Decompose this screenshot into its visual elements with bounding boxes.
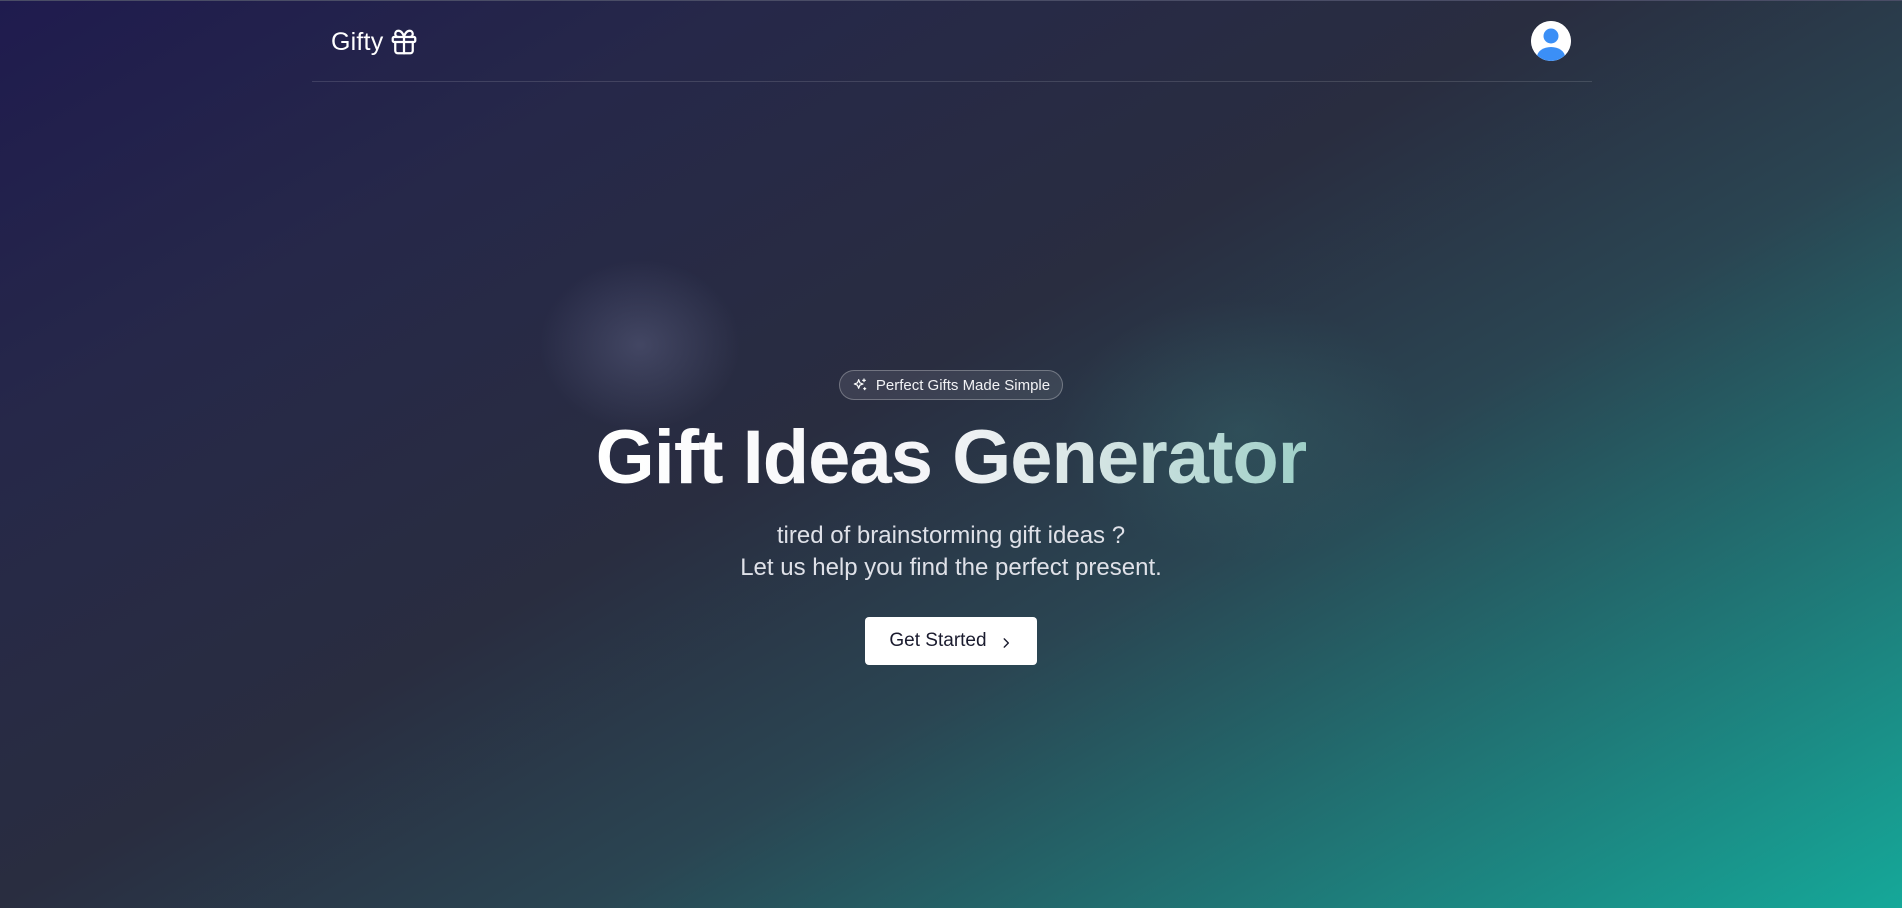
get-started-button[interactable]: Get Started [865, 617, 1037, 665]
brand-logo-link[interactable]: Gifty [331, 25, 419, 59]
hero-subtitle: tired of brainstorming gift ideas ? Let … [740, 520, 1162, 584]
site-header: Gifty [312, 1, 1592, 82]
user-avatar-button[interactable] [1531, 21, 1571, 61]
chevron-right-icon [999, 634, 1013, 648]
tagline-badge: Perfect Gifts Made Simple [838, 370, 1064, 400]
hero-section: Perfect Gifts Made Simple Gift Ideas Gen… [0, 370, 1902, 665]
brand-name: Gifty [331, 27, 384, 56]
page-title: Gift Ideas Generator [595, 415, 1308, 500]
badge-label: Perfect Gifts Made Simple [875, 376, 1051, 394]
subtitle-line: tired of brainstorming gift ideas ? [776, 522, 1126, 549]
subtitle-line: Let us help you find the perfect present… [740, 554, 1162, 581]
sparkle-icon [852, 377, 868, 393]
user-avatar-icon [1531, 21, 1571, 61]
get-started-label: Get Started [889, 630, 987, 651]
gift-icon [389, 27, 419, 57]
